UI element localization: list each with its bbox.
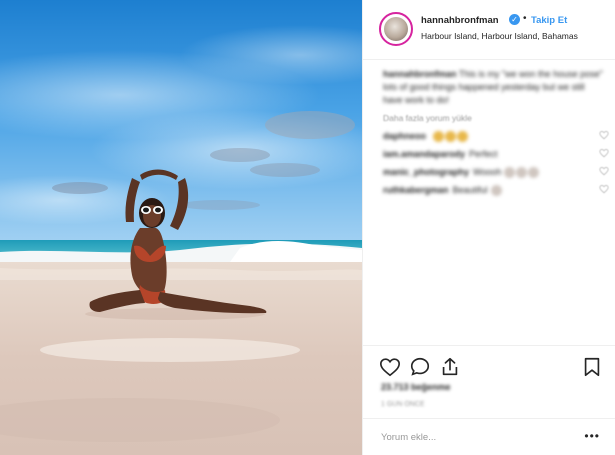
verified-icon: ✓	[509, 14, 520, 25]
load-more-comments[interactable]: Daha fazla yorum yükle	[383, 113, 603, 123]
emoji-icon	[504, 167, 516, 179]
share-icon[interactable]	[439, 356, 461, 378]
comment-content: daphneoo	[383, 131, 469, 143]
location-link[interactable]: Harbour Island, Harbour Island, Bahamas	[421, 31, 578, 41]
caption-username[interactable]: hannahbronfman	[383, 69, 457, 79]
comment-content: manic_photography Woooh	[383, 167, 540, 179]
emoji-icon	[490, 185, 502, 197]
heart-icon[interactable]	[379, 356, 401, 378]
comment-username[interactable]: manic_photography	[383, 167, 469, 177]
comment-like-icon[interactable]	[599, 166, 609, 176]
options-icon[interactable]: •••	[584, 429, 600, 443]
comment-text: Beautiful	[452, 185, 488, 195]
comment-like-icon[interactable]	[599, 184, 609, 194]
beach-photo	[0, 0, 362, 455]
comment-icon[interactable]	[409, 356, 431, 378]
comment-list: daphneoo iam.amandaparody Perfect manic_pho…	[383, 127, 609, 199]
bookmark-icon[interactable]	[581, 356, 603, 378]
comments-section: hannahbronfman This is my "we won the ho…	[383, 68, 609, 199]
comment-input[interactable]	[381, 427, 571, 447]
post-caption: hannahbronfman This is my "we won the ho…	[383, 68, 603, 107]
post-timestamp[interactable]: 1 GÜN ÖNCE	[381, 401, 425, 408]
follow-button[interactable]: Takip Et	[531, 15, 567, 26]
emoji-icon	[433, 131, 444, 143]
action-bar	[363, 345, 615, 385]
like-count[interactable]: 23.713 beğenme	[381, 382, 451, 392]
comment-text: Woooh	[473, 167, 502, 177]
comment-like-icon[interactable]	[599, 130, 609, 140]
post-photo[interactable]	[0, 0, 362, 455]
header-separator: •	[523, 13, 527, 24]
add-comment-bar: •••	[363, 418, 615, 455]
emoji-icon	[528, 167, 540, 179]
comment-username[interactable]: daphneoo	[383, 131, 426, 141]
comment-content: iam.amandaparody Perfect	[383, 149, 501, 159]
emoji-icon	[445, 131, 456, 143]
emoji-icon	[516, 167, 528, 179]
emoji-icon	[457, 131, 468, 143]
comment-content: ruthkabergman Beautiful	[383, 185, 503, 197]
comment-username[interactable]: ruthkabergman	[383, 185, 449, 195]
comment-row: iam.amandaparody Perfect	[383, 145, 609, 163]
username-link[interactable]: hannahbronfman	[421, 15, 499, 26]
post-sidebar: hannahbronfman ✓ • Takip Et Harbour Isla…	[362, 0, 615, 455]
post-header: hannahbronfman ✓ • Takip Et Harbour Isla…	[363, 0, 615, 60]
comment-row: manic_photography Woooh	[383, 163, 609, 181]
comment-row: ruthkabergman Beautiful	[383, 181, 609, 199]
comment-username[interactable]: iam.amandaparody	[383, 149, 465, 159]
comment-like-icon[interactable]	[599, 148, 609, 158]
comment-text: Perfect	[469, 149, 498, 159]
avatar[interactable]	[379, 12, 413, 46]
comment-row: daphneoo	[383, 127, 609, 145]
